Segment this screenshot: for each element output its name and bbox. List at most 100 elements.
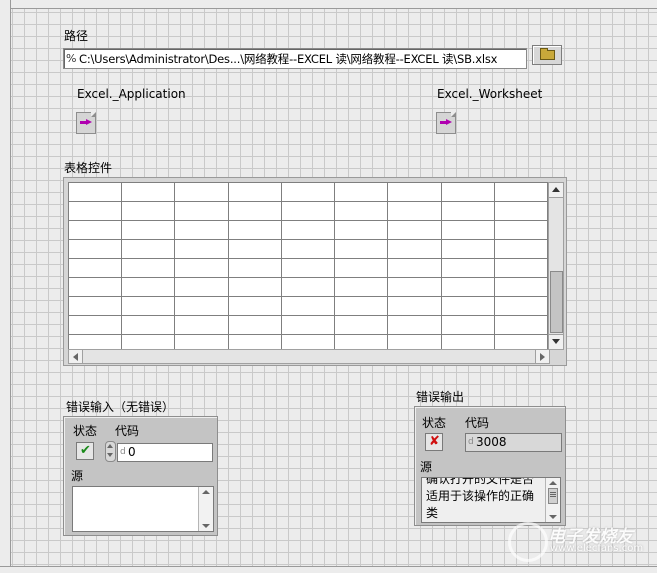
error-out-source-scrollbar[interactable] [545,478,560,522]
table-cell[interactable] [280,296,336,316]
table-cell[interactable] [493,239,549,259]
scroll-down-icon[interactable] [549,515,557,519]
table-cell[interactable] [334,258,389,278]
table-cell[interactable] [387,201,442,221]
scroll-left-icon[interactable] [69,350,83,363]
error-in-code-field[interactable]: d 0 [117,443,213,462]
table-cell[interactable] [174,239,229,259]
table-cell[interactable] [174,201,229,221]
table-cell[interactable] [280,277,336,297]
table-cell[interactable] [227,315,282,335]
table-cell[interactable] [67,277,123,297]
table-cell[interactable] [440,201,495,221]
table-cell[interactable] [387,315,442,335]
table-cell[interactable] [67,296,123,316]
scroll-thumb[interactable] [548,488,558,504]
scroll-down-icon[interactable] [202,524,210,528]
table-cell[interactable] [121,296,176,316]
scroll-thumb[interactable] [550,271,563,333]
application-refnum[interactable] [76,112,96,134]
table-cell[interactable] [493,201,549,221]
error-in-source-label: 源 [71,469,84,483]
table-cell[interactable] [174,220,229,240]
table-cell[interactable] [280,315,336,335]
error-in-status-checkbox[interactable]: ✔ [76,442,94,460]
table-cell[interactable] [121,182,176,202]
table-cell[interactable] [67,220,123,240]
table-cell[interactable] [67,239,123,259]
table-cell[interactable] [334,239,389,259]
table-cell[interactable] [440,277,495,297]
error-in-code-value[interactable]: 0 [128,445,136,459]
table-cell[interactable] [334,296,389,316]
table-cell[interactable] [227,220,282,240]
path-value[interactable]: C:\Users\Administrator\Des...\网络教程--EXCE… [79,51,497,67]
table-cell[interactable] [387,239,442,259]
table-cell[interactable] [67,201,123,221]
table-cell[interactable] [280,182,336,202]
table-cell[interactable] [280,220,336,240]
scroll-down-icon[interactable] [549,334,563,349]
scroll-right-icon[interactable] [535,350,549,363]
table-cell[interactable] [67,315,123,335]
table-cell[interactable] [174,315,229,335]
table-cell[interactable] [387,258,442,278]
table-cell[interactable] [121,258,176,278]
table-vertical-scrollbar[interactable] [548,182,564,350]
table-cell[interactable] [227,258,282,278]
table-cell[interactable] [493,182,549,202]
table-cell[interactable] [493,220,549,240]
table-cell[interactable] [67,182,123,202]
error-in-code-stepper[interactable] [105,441,116,462]
table-cell[interactable] [121,315,176,335]
table-cell[interactable] [67,258,123,278]
table-cell[interactable] [227,296,282,316]
table-control[interactable] [63,177,567,366]
error-in-source-scrollbar[interactable] [198,487,213,531]
table-cell[interactable] [493,258,549,278]
table-cell[interactable] [440,296,495,316]
table-cell[interactable] [334,182,389,202]
table-cell[interactable] [121,220,176,240]
scroll-up-icon[interactable] [202,490,210,494]
table-cell[interactable] [280,239,336,259]
table-grid[interactable] [67,182,549,354]
table-cell[interactable] [174,182,229,202]
table-horizontal-scrollbar[interactable] [68,349,550,364]
table-cell[interactable] [174,258,229,278]
table-cell[interactable] [440,258,495,278]
table-cell[interactable] [121,277,176,297]
table-cell[interactable] [227,239,282,259]
table-cell[interactable] [174,296,229,316]
table-cell[interactable] [493,277,549,297]
table-cell[interactable] [387,296,442,316]
table-cell[interactable] [387,182,442,202]
worksheet-refnum[interactable] [436,112,456,134]
table-cell[interactable] [440,182,495,202]
table-cell[interactable] [493,296,549,316]
table-cell[interactable] [387,277,442,297]
table-cell[interactable] [174,277,229,297]
table-cell[interactable] [334,315,389,335]
table-cell[interactable] [227,277,282,297]
table-cell[interactable] [227,182,282,202]
path-input[interactable]: % C:\Users\Administrator\Des...\网络教程--EX… [63,48,527,69]
error-out-code-value: 3008 [476,435,507,449]
table-cell[interactable] [387,220,442,240]
table-cell[interactable] [440,239,495,259]
error-in-source-field[interactable] [72,486,214,532]
table-cell[interactable] [280,258,336,278]
table-cell[interactable] [334,220,389,240]
scroll-up-icon[interactable] [549,481,557,485]
scroll-up-icon[interactable] [549,183,563,198]
table-cell[interactable] [121,239,176,259]
table-cell[interactable] [440,315,495,335]
table-cell[interactable] [334,201,389,221]
table-cell[interactable] [280,201,336,221]
table-cell[interactable] [121,201,176,221]
table-cell[interactable] [493,315,549,335]
browse-button[interactable] [532,45,562,65]
table-cell[interactable] [334,277,389,297]
table-cell[interactable] [440,220,495,240]
table-cell[interactable] [227,201,282,221]
